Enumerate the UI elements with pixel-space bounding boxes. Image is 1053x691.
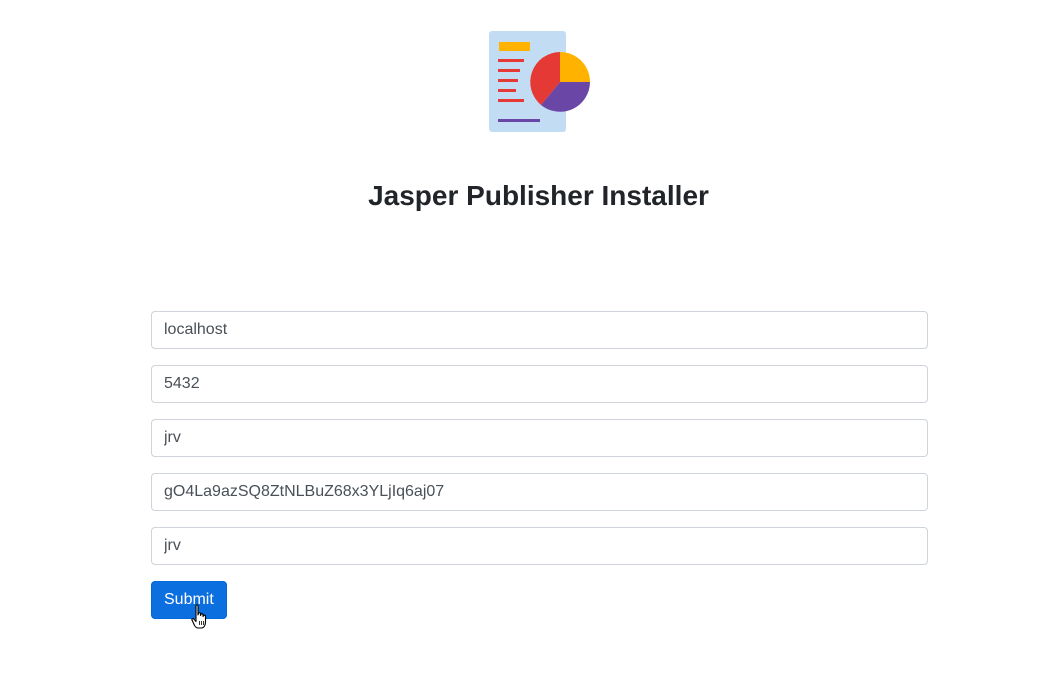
port-input[interactable]	[151, 365, 928, 403]
host-input[interactable]	[151, 311, 928, 349]
installer-page: Jasper Publisher Installer Submit	[0, 0, 1053, 691]
database-input[interactable]	[151, 527, 928, 565]
page-title: Jasper Publisher Installer	[368, 180, 709, 211]
install-form: Submit	[151, 311, 928, 619]
report-chart-icon	[489, 31, 590, 132]
password-input[interactable]	[151, 473, 928, 511]
user-input[interactable]	[151, 419, 928, 457]
submit-button[interactable]: Submit	[151, 581, 227, 619]
